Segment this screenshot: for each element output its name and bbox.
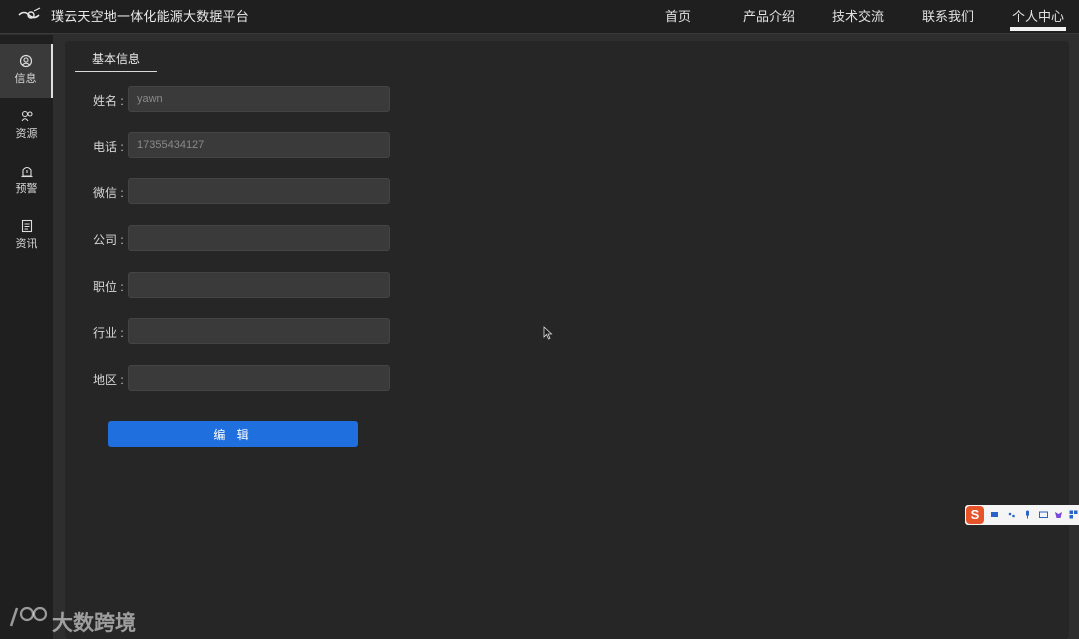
brand-logo-icon	[18, 7, 41, 19]
industry-field[interactable]	[128, 318, 390, 344]
sidebar-item-resources[interactable]: 资源	[0, 99, 53, 153]
sidebar: 信息 资源 预警 资讯	[0, 35, 53, 639]
app-title: 璞云天空地一体化能源大数据平台	[51, 9, 250, 24]
ime-keyboard-icon[interactable]	[1039, 510, 1048, 519]
form-row-name: 姓名 :	[93, 86, 393, 112]
ime-microphone-icon[interactable]	[1023, 510, 1032, 519]
sidebar-item-alerts[interactable]: 预警	[0, 154, 53, 208]
position-field[interactable]	[128, 272, 390, 298]
phone-field[interactable]	[128, 132, 390, 158]
sidebar-item-label: 预警	[15, 183, 38, 195]
sidebar-item-info[interactable]: 信息	[0, 44, 53, 98]
news-icon	[21, 219, 32, 233]
name-label: 姓名 :	[93, 94, 124, 108]
form-row-position: 职位 :	[93, 272, 393, 298]
ime-grid-icon[interactable]	[1069, 510, 1078, 519]
company-field[interactable]	[128, 225, 390, 251]
watermark-text: 大数跨境	[52, 612, 136, 635]
mouse-cursor-icon	[543, 326, 553, 340]
watermark-logo-icon	[9, 606, 48, 627]
phone-label: 电话 :	[93, 140, 124, 154]
ime-shirt-icon[interactable]	[990, 510, 999, 519]
region-field[interactable]	[128, 365, 390, 391]
sidebar-item-label: 资讯	[15, 238, 38, 250]
tab-basic-info[interactable]: 基本信息	[75, 41, 157, 72]
nav-tech-exchange[interactable]: 技术交流	[832, 6, 884, 25]
name-field[interactable]	[128, 86, 390, 112]
form-row-industry: 行业 :	[93, 318, 393, 344]
ime-logo-icon[interactable]: S	[966, 506, 984, 524]
form-row-phone: 电话 :	[93, 132, 393, 158]
industry-label: 行业 :	[93, 326, 124, 340]
nav-home[interactable]: 首页	[665, 6, 691, 25]
sidebar-item-label: 资源	[15, 128, 38, 140]
wechat-label: 微信 :	[93, 186, 124, 200]
top-bar: 璞云天空地一体化能源大数据平台 首页 产品介绍 技术交流 联系我们 个人中心	[0, 0, 1079, 34]
ime-skin-icon[interactable]	[1054, 510, 1063, 519]
sidebar-item-news[interactable]: 资讯	[0, 209, 53, 263]
alert-icon	[21, 166, 32, 178]
user-circle-icon	[19, 54, 32, 68]
form-row-wechat: 微信 :	[93, 178, 393, 204]
wechat-field[interactable]	[128, 178, 390, 204]
form-row-region: 地区 :	[93, 365, 393, 391]
nav-contact[interactable]: 联系我们	[922, 6, 974, 25]
company-label: 公司 :	[93, 233, 124, 247]
position-label: 职位 :	[93, 280, 124, 294]
ime-punctuation-icon[interactable]	[1007, 510, 1016, 519]
edit-button[interactable]: 编 辑	[108, 421, 358, 447]
sidebar-item-label: 信息	[14, 73, 37, 85]
resource-icon	[21, 110, 33, 122]
ime-toolbar[interactable]: S	[965, 505, 1079, 525]
nav-personal-center[interactable]: 个人中心	[1009, 6, 1067, 31]
region-label: 地区 :	[93, 373, 124, 387]
main-panel: 基本信息 姓名 : 电话 : 微信 : 公司 : 职位 : 行业 : 地区 : …	[65, 41, 1069, 639]
form-row-company: 公司 :	[93, 225, 393, 251]
nav-products[interactable]: 产品介绍	[743, 6, 795, 25]
